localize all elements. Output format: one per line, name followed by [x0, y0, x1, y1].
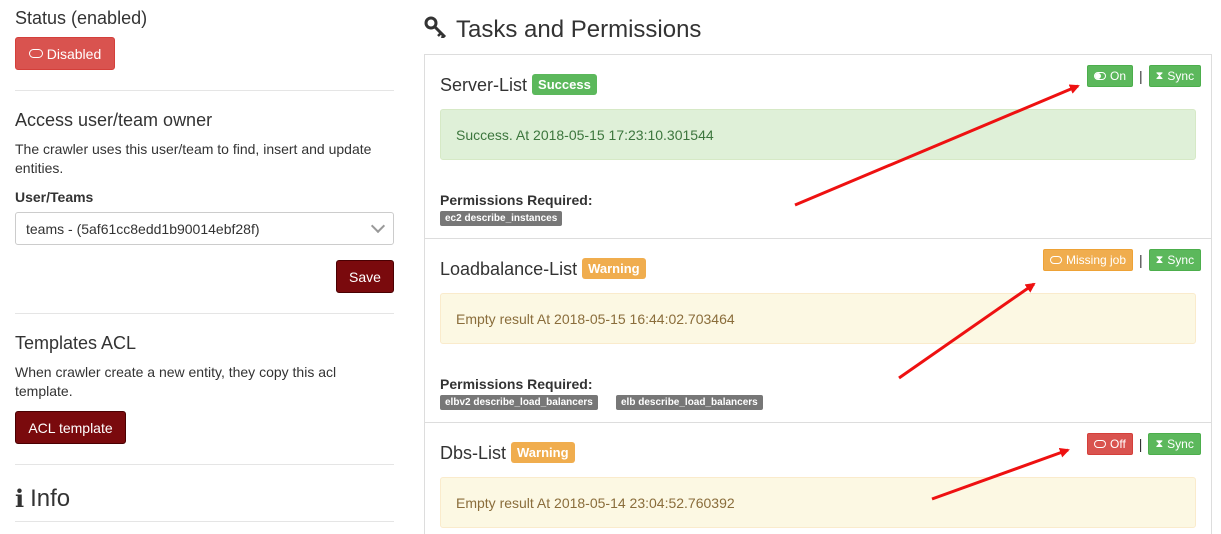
- templates-heading: Templates ACL: [15, 333, 137, 353]
- task-on-button[interactable]: On: [1087, 65, 1134, 87]
- task-off-button[interactable]: Off: [1087, 433, 1133, 455]
- info-icon: i: [15, 484, 25, 513]
- task-missing-job-button[interactable]: Missing job: [1043, 249, 1134, 271]
- task-off-label: Off: [1110, 437, 1126, 451]
- status-badge: Success: [532, 74, 597, 95]
- task-message: Success. At 2018-05-15 17:23:10.301544: [440, 109, 1196, 160]
- task-message: Empty result At 2018-05-15 16:44:02.7034…: [440, 293, 1196, 344]
- info-heading-row: i Info: [15, 484, 70, 513]
- access-description: The crawler uses this user/team to find,…: [15, 141, 372, 176]
- task-divider: [425, 422, 1211, 423]
- tasks-title: Tasks and Permissions: [456, 16, 702, 43]
- divider: [15, 521, 394, 522]
- task-sync-button[interactable]: ⧗ Sync: [1148, 433, 1201, 455]
- task-name: Loadbalance-List: [440, 259, 578, 279]
- status-badge: Warning: [582, 258, 646, 279]
- task-title-row: Loadbalance-List Warning: [440, 258, 646, 280]
- task-name: Server-List: [440, 75, 528, 95]
- info-heading: Info: [30, 484, 71, 512]
- task-title-row: Server-List Success: [440, 74, 597, 96]
- separator: |: [1139, 68, 1143, 84]
- task-controls: On | ⧗ Sync: [1087, 65, 1202, 87]
- hourglass-icon: ⧗: [1155, 437, 1164, 450]
- save-button[interactable]: Save: [336, 260, 394, 293]
- toggle-off-icon: [1094, 440, 1106, 448]
- templates-description: When crawler create a new entity, they c…: [15, 364, 337, 399]
- status-toggle-label: Disabled: [46, 45, 102, 62]
- access-heading: Access user/team owner: [15, 110, 213, 130]
- toggle-off-icon: [1050, 256, 1062, 264]
- status-badge: Warning: [511, 442, 575, 463]
- task-controls: Off | ⧗ Sync: [1087, 433, 1201, 455]
- toggle-off-icon: [28, 49, 43, 58]
- sync-label: Sync: [1167, 253, 1195, 267]
- permissions-heading: Permissions Required:: [440, 376, 593, 392]
- sync-label: Sync: [1167, 437, 1194, 451]
- task-divider: [425, 238, 1211, 239]
- permissions-heading: Permissions Required:: [440, 192, 593, 208]
- permission-tag: ec2 describe_instances: [440, 211, 563, 226]
- task-sync-button[interactable]: ⧗ Sync: [1148, 249, 1202, 271]
- divider: [15, 90, 394, 91]
- key-icon: [424, 16, 448, 44]
- divider: [15, 464, 394, 465]
- tasks-title-row: Tasks and Permissions: [424, 16, 701, 44]
- task-title-row: Dbs-List Warning: [440, 442, 575, 464]
- divider: [15, 313, 394, 314]
- permission-tag: elb describe_load_balancers: [616, 395, 763, 410]
- task-sync-button[interactable]: ⧗ Sync: [1148, 65, 1202, 87]
- status-heading: Status (enabled): [15, 8, 148, 28]
- permission-tag: elbv2 describe_load_balancers: [440, 395, 598, 410]
- separator: |: [1138, 436, 1143, 452]
- separator: |: [1139, 252, 1143, 268]
- chevron-down-icon: [370, 218, 386, 234]
- user-teams-select[interactable]: teams - (5af61cc8edd1b90014ebf28f): [15, 212, 394, 245]
- task-on-label: On: [1110, 69, 1127, 83]
- tasks-panel: Server-List Success On | ⧗ Sync Success. A…: [424, 54, 1212, 534]
- hourglass-icon: ⧗: [1155, 69, 1164, 82]
- status-toggle-button[interactable]: Disabled: [15, 37, 115, 70]
- toggle-on-icon: [1094, 72, 1106, 80]
- sync-label: Sync: [1167, 69, 1195, 83]
- task-message: Empty result At 2018-05-14 23:04:52.7603…: [440, 477, 1196, 528]
- user-teams-label: User/Teams: [15, 189, 94, 205]
- task-name: Dbs-List: [440, 443, 507, 463]
- task-controls: Missing job | ⧗ Sync: [1043, 249, 1202, 271]
- acl-template-button[interactable]: ACL template: [15, 411, 126, 444]
- hourglass-icon: ⧗: [1155, 253, 1164, 266]
- task-state-label: Missing job: [1066, 253, 1127, 267]
- user-teams-value: teams - (5af61cc8edd1b90014ebf28f): [26, 220, 260, 237]
